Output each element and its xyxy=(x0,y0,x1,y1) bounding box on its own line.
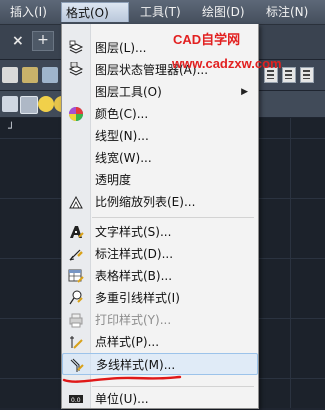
plot-style-icon xyxy=(69,313,83,328)
red-underline-annotation xyxy=(62,375,182,383)
menu-item-units[interactable]: 0.0 单位(U)... xyxy=(62,388,258,410)
menu-item-label: 多重引线样式(I) xyxy=(95,291,180,305)
menu-item-multileader-style[interactable]: 多重引线样式(I) xyxy=(62,287,258,309)
menu-item-text-style[interactable]: 文字样式(S)... xyxy=(62,221,258,243)
layer-state-manager-icon xyxy=(68,62,84,76)
scale-list-icon xyxy=(69,195,83,209)
units-icon: 0.0 xyxy=(69,395,83,404)
watermark-url: www.cadzxw.com xyxy=(172,56,282,71)
menu-separator xyxy=(92,386,254,387)
text-style-icon xyxy=(70,226,84,238)
menu-insert[interactable]: 插入(I) xyxy=(6,2,51,22)
menu-item-label: 文字样式(S)... xyxy=(95,225,172,239)
menu-item-table-style[interactable]: 表格样式(B)... xyxy=(62,265,258,287)
menu-tools[interactable]: 工具(T) xyxy=(136,2,185,22)
menu-item-dimension-style[interactable]: 标注样式(D)... xyxy=(62,243,258,265)
menu-item-scale-list[interactable]: 比例缩放列表(E)... xyxy=(62,191,258,213)
menu-item-color[interactable]: 颜色(C)... xyxy=(62,103,258,125)
format-menu-dropdown: 图层(L)... 图层状态管理器(A)... 图层工具(O) ▶ 颜色(C)..… xyxy=(61,24,259,409)
svg-text:0.0: 0.0 xyxy=(71,397,81,404)
menu-item-transparency[interactable]: 透明度 xyxy=(62,169,258,191)
toolbar-icon[interactable] xyxy=(2,67,18,83)
menu-draw[interactable]: 绘图(D) xyxy=(198,2,249,22)
menu-bar: 插入(I) 格式(O) 工具(T) 绘图(D) 标注(N) xyxy=(0,0,325,25)
menu-item-linetype[interactable]: 线型(N)... xyxy=(62,125,258,147)
toolbar-icon[interactable] xyxy=(282,67,296,83)
menu-separator xyxy=(92,217,254,218)
menu-item-label: 颜色(C)... xyxy=(95,107,149,121)
menu-item-label: 标注样式(D)... xyxy=(95,247,174,261)
layers-icon xyxy=(68,40,84,54)
toolbar-icon[interactable] xyxy=(22,67,38,83)
menu-item-label: 打印样式(Y)... xyxy=(95,313,172,327)
menu-format[interactable]: 格式(O) xyxy=(61,2,129,22)
menu-item-label: 表格样式(B)... xyxy=(95,269,173,283)
close-icon[interactable]: × xyxy=(12,33,24,49)
multileader-style-icon xyxy=(69,290,83,305)
menu-dimension[interactable]: 标注(N) xyxy=(262,2,312,22)
dimension-style-icon xyxy=(69,249,83,261)
table-style-icon xyxy=(68,269,84,283)
layer-properties-icon[interactable] xyxy=(20,96,38,114)
ucs-icon: ┘ xyxy=(8,122,15,135)
menu-item-label: 单位(U)... xyxy=(95,392,149,406)
menu-item-point-style[interactable]: 点样式(P)... xyxy=(62,331,258,353)
layer-icon[interactable] xyxy=(2,96,18,112)
lightbulb-icon[interactable] xyxy=(38,96,54,112)
menu-item-label: 图层(L)... xyxy=(95,41,147,55)
toolbar-icon[interactable] xyxy=(300,67,314,83)
menu-item-plot-style: 打印样式(Y)... xyxy=(62,309,258,331)
watermark-title: CAD自学网 xyxy=(173,32,241,47)
menu-item-label: 比例缩放列表(E)... xyxy=(95,195,196,209)
menu-item-lineweight[interactable]: 线宽(W)... xyxy=(62,147,258,169)
new-tab-plus-icon[interactable]: + xyxy=(32,31,54,51)
toolbar-icon[interactable] xyxy=(42,67,58,83)
point-style-icon xyxy=(70,336,83,349)
menu-item-label: 图层工具(O) xyxy=(95,85,162,99)
submenu-arrow-icon: ▶ xyxy=(241,87,248,97)
menu-item-layer-tools[interactable]: 图层工具(O) ▶ xyxy=(62,81,258,103)
menu-item-label: 点样式(P)... xyxy=(95,335,160,349)
menu-item-label: 线型(N)... xyxy=(95,129,149,143)
menu-item-label: 透明度 xyxy=(95,173,132,187)
color-wheel-icon xyxy=(69,107,83,121)
menu-item-label: 线宽(W)... xyxy=(95,151,152,165)
